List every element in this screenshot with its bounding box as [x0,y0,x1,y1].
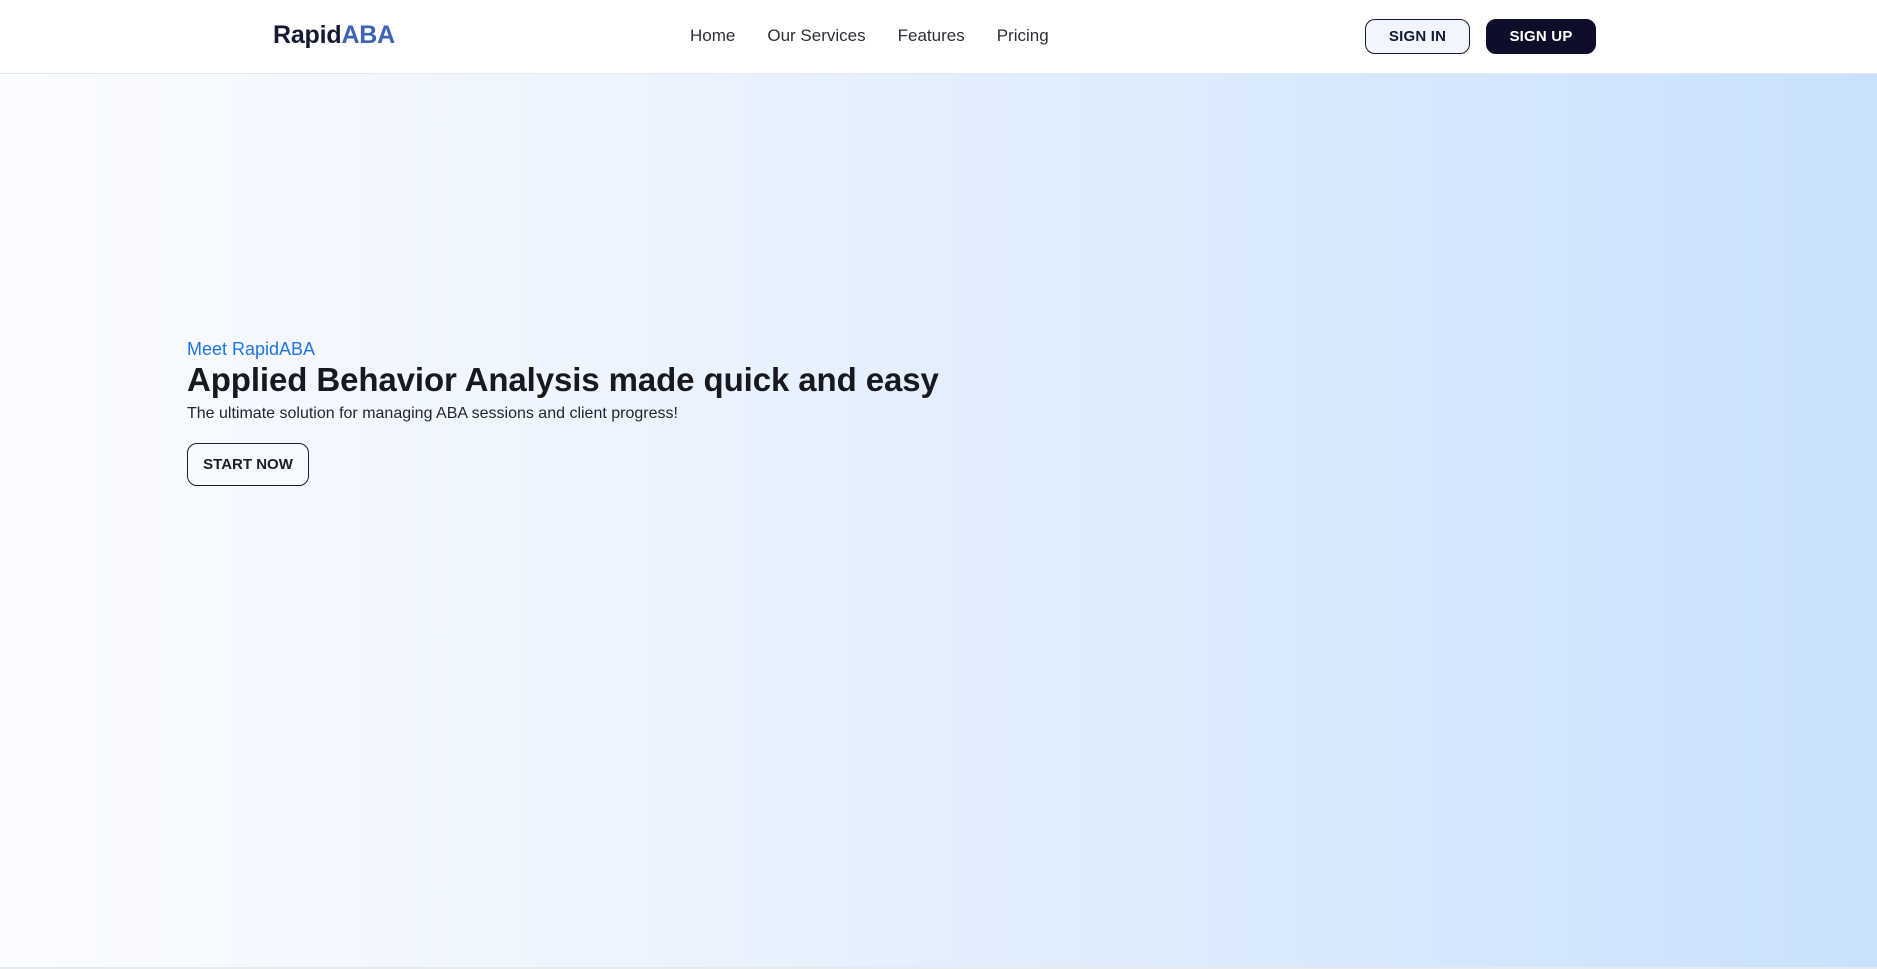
nav-link-pricing[interactable]: Pricing [997,23,1049,49]
sign-in-button[interactable]: SIGN IN [1365,19,1470,54]
landing-page: RapidABA Home Our Services Features Pric… [0,0,1877,969]
logo[interactable]: RapidABA [273,19,395,51]
nav-link-features[interactable]: Features [898,23,965,49]
hero-section [0,74,1877,967]
start-now-button[interactable]: START NOW [187,443,309,486]
nav-link-home[interactable]: Home [690,23,735,49]
logo-text-rapid: Rapid [273,21,342,49]
main-nav: Home Our Services Features Pricing [690,23,1049,49]
sign-up-button[interactable]: SIGN UP [1486,19,1596,54]
logo-text-aba: ABA [341,21,396,49]
site-header: RapidABA Home Our Services Features Pric… [0,0,1877,74]
hero-content: Meet RapidABA Applied Behavior Analysis … [187,338,1087,486]
hero-subtext: The ultimate solution for managing ABA s… [187,405,678,422]
hero-eyebrow: Meet RapidABA [187,339,316,359]
hero-headline: Applied Behavior Analysis made quick and… [187,361,939,398]
nav-link-our-services[interactable]: Our Services [767,23,865,49]
